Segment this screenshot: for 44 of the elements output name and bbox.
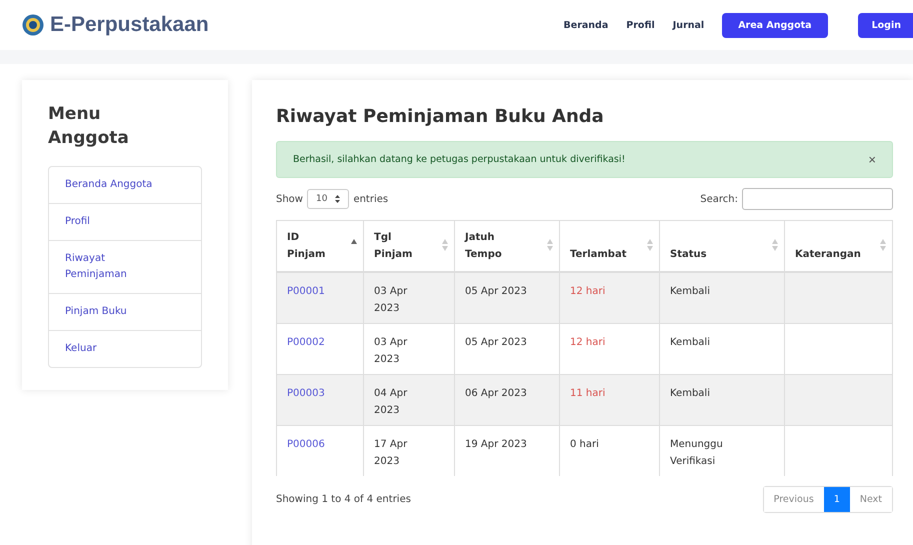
close-button[interactable]: × [868, 152, 876, 167]
table-cell-text: Kembali [670, 285, 710, 299]
table-cell: 12 hari [570, 286, 606, 297]
table-cell-text: 03 Apr 2023 [374, 285, 408, 316]
emblem-icon [22, 14, 44, 36]
loan-id-link[interactable]: P00001 [287, 286, 325, 297]
nav-link[interactable]: Profil [626, 20, 655, 30]
table-cell: 11 hari [570, 388, 606, 399]
table-cell-text: 03 Apr 2023 [374, 336, 408, 367]
entries-select[interactable]: 10 [306, 189, 350, 209]
table-cell: 06 Apr 2023 [465, 388, 527, 399]
search-field[interactable] [742, 188, 893, 210]
table-cell-text: Kembali [670, 336, 710, 350]
table-cell: 05 Apr 2023 [465, 337, 527, 348]
nav-link[interactable]: Jurnal [672, 20, 704, 30]
sidebar-item[interactable]: Pinjam Buku [49, 293, 201, 330]
loan-id-link[interactable]: P00002 [287, 337, 325, 348]
table-cell: 19 Apr 2023 [465, 439, 527, 450]
sidebar-item[interactable]: Beranda Anggota [49, 167, 201, 203]
loan-id-link[interactable]: P00006 [287, 439, 325, 450]
show-label: Show [276, 194, 303, 204]
search-label: Search: [700, 194, 738, 204]
updown-caret-icon [335, 195, 340, 203]
brand-name[interactable]: E-Perpustakaan [50, 13, 209, 37]
alert-message: Berhasil, silahkan datang ke petugas perpustakaan untuk diverifikasi! [293, 154, 626, 165]
sidebar-item[interactable]: Profil [49, 203, 201, 240]
nav-button[interactable]: Area Anggota [722, 12, 828, 38]
table-cell-text: 17 Apr 2023 [374, 438, 408, 469]
pagination-button[interactable]: 1 [824, 487, 850, 512]
table-cell: 12 hari [570, 337, 606, 348]
table-cell: 0 hari [570, 439, 599, 450]
table-cell-text: Kembali [670, 387, 710, 401]
table-cell: 05 Apr 2023 [465, 286, 527, 297]
nav-button[interactable]: Login [858, 12, 913, 38]
table-cell-text: Menunggu Verifikasi [670, 438, 724, 469]
table-cell-text: 04 Apr 2023 [374, 387, 408, 418]
loan-id-link[interactable]: P00003 [287, 388, 325, 399]
entries-label: entries [353, 194, 388, 204]
sidebar-item[interactable]: Riwayat Peminjaman [49, 240, 201, 293]
page-title: Riwayat Peminjaman Buku Anda [276, 106, 605, 127]
entries-info: Showing 1 to 4 of 4 entries [276, 494, 411, 505]
nav-link[interactable]: Beranda [564, 20, 608, 30]
sidebar-item[interactable]: Keluar [49, 330, 201, 367]
sidebar-title: Menu Anggota [48, 103, 130, 150]
